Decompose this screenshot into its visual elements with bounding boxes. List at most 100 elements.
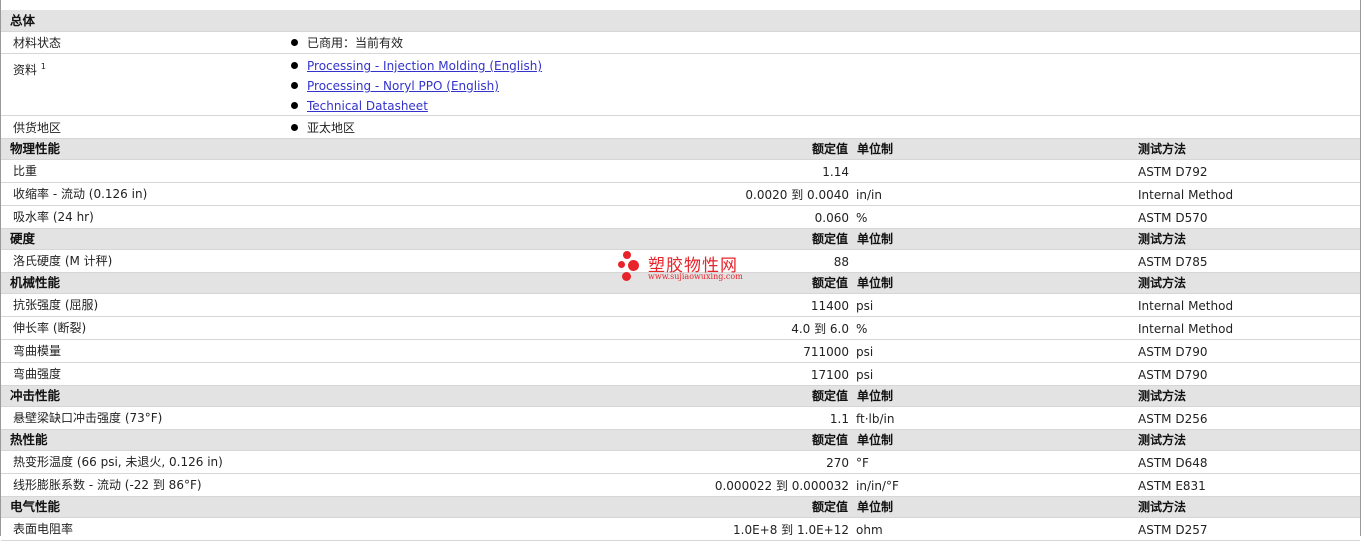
property-value: 4.0 到 6.0 [791, 322, 849, 336]
property-value: 711000 [803, 345, 849, 359]
bullet-dot-icon [291, 39, 298, 46]
section-header-general: 总体 [1, 10, 1360, 32]
property-label: 抗张强度 (屈服) [13, 298, 99, 312]
property-label: 洛氏硬度 (M 计秤) [13, 254, 113, 268]
column-header-unit: 单位制 [857, 433, 894, 447]
general-row-status: 材料状态 已商用：当前有效 [1, 32, 1360, 54]
property-unit: in/in [856, 188, 882, 202]
property-value: 1.0E+8 到 1.0E+12 [733, 523, 849, 537]
property-unit: in/in/°F [856, 479, 899, 493]
section-title: 机械性能 [10, 275, 61, 290]
general-row-region: 供货地区 亚太地区 [1, 116, 1360, 139]
property-label: 比重 [13, 164, 38, 178]
property-value: 0.000022 到 0.000032 [714, 479, 849, 493]
property-label: 收缩率 - 流动 (0.126 in) [13, 187, 148, 201]
property-value: 270 [826, 456, 849, 470]
property-unit: % [856, 322, 868, 336]
property-value: 0.0020 到 0.0040 [745, 188, 849, 202]
section-header: 电气性能 额定值 单位制 测试方法 [1, 497, 1360, 518]
column-header-unit: 单位制 [857, 389, 894, 403]
section-title: 电气性能 [10, 499, 61, 514]
column-header-unit: 单位制 [857, 232, 894, 246]
column-header-value: 额定值 [811, 500, 848, 514]
bullet-dot-icon [291, 102, 298, 109]
column-header-method: 测试方法 [1138, 389, 1187, 403]
documents-label: 资料 [13, 63, 38, 77]
property-unit: psi [856, 299, 874, 313]
table-row: 热变形温度 (66 psi, 未退火, 0.126 in) 270 °F ASTM D… [1, 451, 1360, 474]
column-header-unit: 单位制 [857, 276, 894, 290]
region-value: 亚太地区 [307, 121, 356, 135]
property-unit: % [856, 211, 868, 225]
test-method: ASTM D257 [1138, 523, 1208, 537]
section-title: 冲击性能 [10, 388, 61, 403]
bullet-dot-icon [291, 124, 298, 131]
property-value: 0.060 [814, 211, 849, 225]
table-row: 伸长率 (断裂) 4.0 到 6.0% Internal Method [1, 317, 1360, 340]
doc-link-technical-datasheet[interactable]: Technical Datasheet [307, 99, 428, 113]
column-header-unit: 单位制 [857, 500, 894, 514]
table-row: 抗张强度 (屈服) 11400 psi Internal Method [1, 294, 1360, 317]
column-header-method: 测试方法 [1138, 232, 1187, 246]
row-label: 材料状态 [13, 36, 62, 50]
doc-link-injection-molding[interactable]: Processing - Injection Molding (English) [307, 59, 542, 73]
table-row: 表面电阻率 1.0E+8 到 1.0E+12 ohm ASTM D257 [1, 518, 1360, 541]
section-header: 硬度 额定值 单位制 测试方法 [1, 229, 1360, 250]
test-method: ASTM D792 [1138, 165, 1208, 179]
list-item: Processing - Noryl PPO (English) [291, 79, 499, 93]
property-label: 悬壁梁缺口冲击强度 (73°F) [13, 411, 163, 425]
test-method: ASTM D790 [1138, 345, 1208, 359]
table-row: 吸水率 (24 hr) 0.060% ASTM D570 [1, 206, 1360, 229]
property-label: 线形膨胀系数 - 流动 (-22 到 86°F) [13, 478, 202, 492]
column-header-method: 测试方法 [1138, 433, 1187, 447]
bullet-dot-icon [291, 62, 298, 69]
section-title: 硬度 [10, 231, 36, 246]
property-unit: ohm [856, 523, 883, 537]
watermark-url: www.sujiaowuxing.com [648, 272, 743, 281]
property-label: 弯曲模量 [13, 344, 62, 358]
column-header-value: 额定值 [811, 389, 848, 403]
list-item: 已商用：当前有效 [291, 36, 403, 50]
column-header-value: 额定值 [811, 142, 848, 156]
section-header: 冲击性能 额定值 单位制 测试方法 [1, 386, 1360, 407]
column-header-value: 额定值 [811, 276, 848, 290]
property-label: 热变形温度 (66 psi, 未退火, 0.126 in) [13, 455, 223, 469]
test-method: ASTM D256 [1138, 412, 1208, 426]
list-item: 亚太地区 [291, 121, 355, 135]
section-header: 热性能 额定值 单位制 测试方法 [1, 430, 1360, 451]
doc-link-noryl-ppo[interactable]: Processing - Noryl PPO (English) [307, 79, 499, 93]
property-label: 表面电阻率 [13, 522, 74, 536]
property-label: 弯曲强度 [13, 367, 62, 381]
list-item: Processing - Injection Molding (English) [291, 59, 542, 73]
status-value: 已商用：当前有效 [307, 36, 404, 50]
column-header-unit: 单位制 [857, 142, 894, 156]
row-label: 资料 1 [13, 60, 46, 77]
column-header-value: 额定值 [811, 433, 848, 447]
table-row: 线形膨胀系数 - 流动 (-22 到 86°F) 0.000022 到 0.000… [1, 474, 1360, 497]
property-value: 1.14 [822, 165, 849, 179]
footnote-marker: 1 [40, 62, 46, 71]
property-label: 吸水率 (24 hr) [13, 210, 94, 224]
property-unit: psi [856, 368, 874, 382]
general-row-documents: 资料 1 Processing - Injection Molding (Eng… [1, 54, 1360, 116]
table-row: 比重 1.14 ASTM D792 [1, 160, 1360, 183]
section-header: 物理性能 额定值 单位制 测试方法 [1, 139, 1360, 160]
row-label: 供货地区 [13, 121, 62, 135]
property-unit: ft·lb/in [856, 412, 895, 426]
property-unit: psi [856, 345, 874, 359]
bullet-dot-icon [291, 82, 298, 89]
table-row: 弯曲强度 17100 psi ASTM D790 [1, 363, 1360, 386]
table-row: 悬壁梁缺口冲击强度 (73°F) 1.1 ft·lb/in ASTM D256 [1, 407, 1360, 430]
test-method: ASTM D790 [1138, 368, 1208, 382]
column-header-method: 测试方法 [1138, 276, 1187, 290]
property-value: 17100 [810, 368, 849, 382]
property-value: 88 [833, 255, 849, 269]
property-label: 伸长率 (断裂) [13, 321, 87, 335]
test-method: ASTM D648 [1138, 456, 1208, 470]
table-row: 收缩率 - 流动 (0.126 in) 0.0020 到 0.0040 in/in I… [1, 183, 1360, 206]
property-value: 1.1 [829, 412, 849, 426]
test-method: ASTM D785 [1138, 255, 1208, 269]
column-header-value: 额定值 [811, 232, 848, 246]
test-method: Internal Method [1138, 188, 1234, 202]
test-method: Internal Method [1138, 299, 1234, 313]
